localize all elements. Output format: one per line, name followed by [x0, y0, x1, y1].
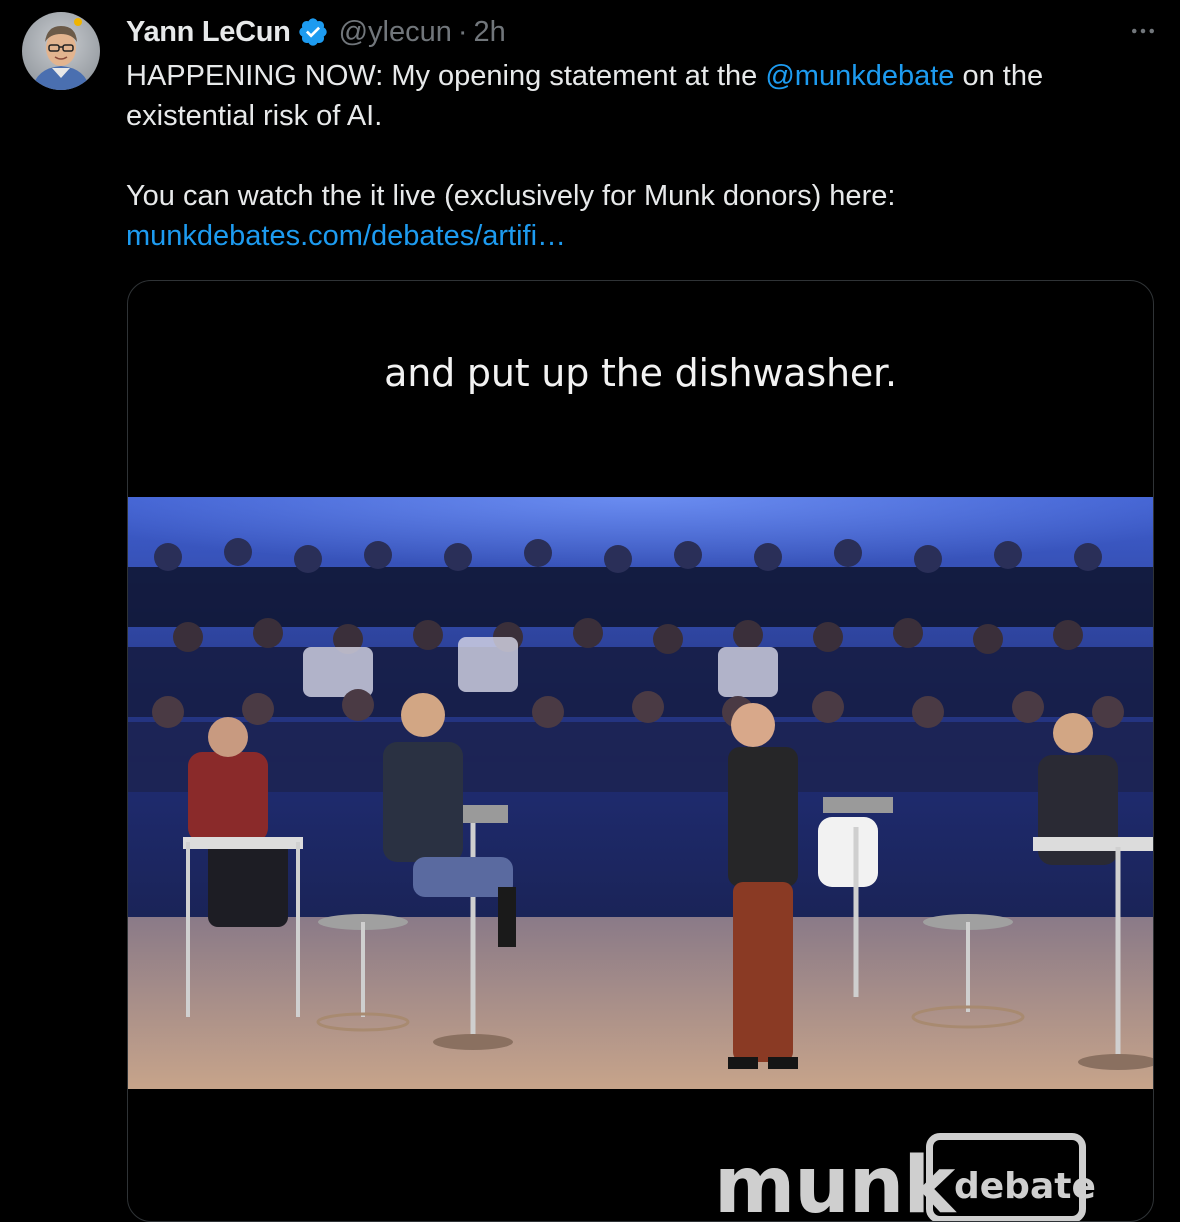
tweet-text: HAPPENING NOW: My opening statement at t…	[126, 56, 1136, 256]
more-horizontal-icon	[1132, 28, 1154, 34]
separator-dot: ·	[457, 15, 468, 48]
external-url-link[interactable]: munkdebates.com/debates/artifi…	[126, 216, 1136, 256]
tweet-timestamp[interactable]: 2h	[474, 16, 506, 49]
video-frame-stage-scene	[128, 497, 1153, 1089]
more-options-button[interactable]	[1126, 14, 1160, 48]
mention-link[interactable]: @munkdebate	[765, 60, 954, 92]
tweet-text-prefix: HAPPENING NOW: My opening statement at t…	[126, 60, 766, 92]
tweet-text-line-1: HAPPENING NOW: My opening statement at t…	[126, 56, 1136, 96]
verified-badge-icon	[297, 16, 329, 48]
tweet-text-line-2: existential risk of AI.	[126, 100, 383, 132]
author-handle[interactable]: @ylecun	[339, 16, 452, 49]
video-media[interactable]: and put up the dishwasher. munk debate	[127, 280, 1154, 1222]
tweet-text-suffix: on the	[954, 60, 1044, 92]
tweet-header: Yann LeCun @ylecun · 2h	[126, 14, 506, 50]
logo-sub: debate	[954, 1166, 1096, 1207]
tweet: Yann LeCun @ylecun · 2h HAPPENING NOW: M…	[0, 0, 1180, 1222]
author-name[interactable]: Yann LeCun	[126, 16, 291, 49]
video-caption: and put up the dishwasher.	[384, 351, 897, 395]
avatar-image	[22, 12, 100, 90]
author-avatar[interactable]	[22, 12, 100, 90]
tweet-text-line-3: You can watch the it live (exclusively f…	[126, 180, 896, 212]
munk-debate-logo: munk debate	[714, 1133, 1114, 1222]
logo-word: munk	[714, 1141, 955, 1222]
